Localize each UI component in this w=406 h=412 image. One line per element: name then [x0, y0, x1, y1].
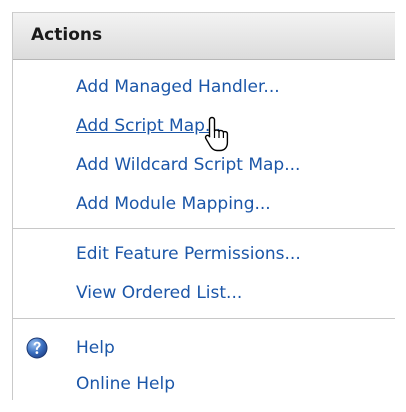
view-ordered-list-link[interactable]: View Ordered List...	[76, 282, 242, 304]
group-divider	[13, 228, 395, 229]
actions-panel: Actions Add Managed Handler... Add Scrip…	[12, 12, 395, 400]
add-wildcard-script-map-link[interactable]: Add Wildcard Script Map...	[76, 154, 300, 176]
add-script-map-link[interactable]: Add Script Map...	[76, 115, 221, 137]
hand-pointer-icon	[203, 115, 233, 155]
add-managed-handler-link[interactable]: Add Managed Handler...	[76, 76, 280, 98]
actions-panel-header: Actions	[13, 12, 395, 60]
add-module-mapping-link[interactable]: Add Module Mapping...	[76, 193, 271, 215]
group-divider	[13, 318, 395, 319]
help-link[interactable]: Help	[76, 337, 115, 359]
edit-feature-permissions-link[interactable]: Edit Feature Permissions...	[76, 243, 301, 265]
help-icon	[26, 337, 48, 359]
actions-panel-title: Actions	[31, 25, 103, 45]
online-help-link[interactable]: Online Help	[76, 373, 175, 395]
